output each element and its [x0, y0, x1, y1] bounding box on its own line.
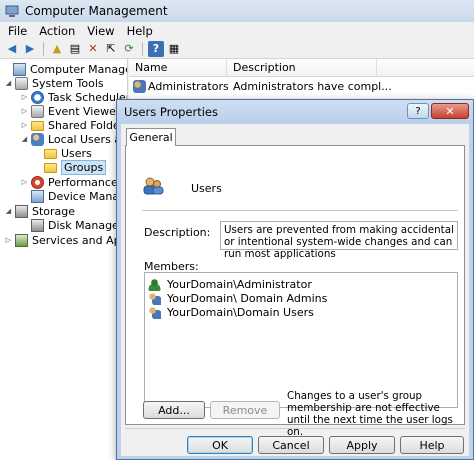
delete-icon[interactable]: ✕	[85, 41, 101, 57]
list-item-description: Administrators have compl...	[233, 80, 392, 93]
storage-icon	[15, 204, 28, 218]
group-icon	[133, 80, 146, 93]
column-header-name[interactable]: Name	[129, 59, 227, 77]
list-item[interactable]: Administrators Administrators have compl…	[129, 78, 474, 95]
toolbar-separator	[142, 41, 143, 56]
tools-icon	[15, 76, 28, 90]
domain-user-icon	[148, 277, 161, 291]
properties-icon[interactable]: ▤	[67, 41, 83, 57]
collapse-arrow-icon[interactable]: ◢	[20, 135, 29, 143]
tree-item-label: Event Viewer	[48, 104, 121, 118]
button-row-separator	[125, 428, 465, 429]
member-item[interactable]: YourDomain\ Domain Admins	[148, 291, 327, 305]
member-name: YourDomain\Domain Users	[167, 305, 314, 319]
menubar: File Action View Help	[0, 22, 474, 39]
add-button[interactable]: Add...	[143, 401, 205, 419]
tree-item-label: Services and Applic	[32, 233, 127, 247]
performance-icon	[31, 175, 44, 189]
disk-icon	[31, 218, 44, 232]
forward-icon[interactable]: ▶	[22, 41, 38, 57]
refresh-icon[interactable]: ⟳	[121, 41, 137, 57]
members-list[interactable]: YourDomain\Administrator YourDomain\ Dom…	[144, 272, 458, 408]
help-icon[interactable]: ?	[148, 40, 164, 57]
remove-button[interactable]: Remove	[210, 401, 280, 419]
folder-icon	[31, 121, 44, 131]
group-name: Users	[191, 182, 222, 195]
expand-arrow-icon[interactable]: ▷	[20, 121, 29, 129]
member-item[interactable]: YourDomain\Administrator	[148, 277, 312, 291]
tree-item-groups[interactable]: Groups	[33, 159, 107, 175]
toolbar-separator	[43, 41, 44, 56]
member-name: YourDomain\ Domain Admins	[167, 291, 328, 305]
dialog-body: General Users Description: Users are pre…	[121, 124, 469, 456]
users-properties-dialog: Users Properties ? ✕ General Users Descr…	[116, 99, 474, 460]
tree-item-label: Users	[61, 146, 92, 160]
expand-arrow-icon[interactable]: ▷	[20, 93, 29, 101]
computer-icon	[13, 62, 26, 76]
services-icon	[15, 233, 28, 247]
console-tree: Computer Management ◢ System Tools ▷ Tas…	[0, 59, 128, 460]
tree-item-services-and-applications[interactable]: ▷ Services and Applic	[4, 232, 127, 248]
cancel-button[interactable]: Cancel	[258, 436, 324, 454]
view-icon[interactable]: ▦	[166, 41, 182, 57]
domain-group-icon	[148, 305, 161, 319]
folder-icon	[44, 163, 57, 173]
tree-item-disk-management[interactable]: Disk Managemen	[20, 217, 127, 233]
event-icon	[31, 104, 44, 118]
tree-item-device-manager[interactable]: Device Managem	[20, 188, 127, 204]
up-folder-icon[interactable]: ▲	[49, 41, 65, 57]
tree-item-label: Groups	[61, 159, 107, 175]
general-tab-panel: Users Description: Users are prevented f…	[125, 145, 465, 425]
collapse-arrow-icon[interactable]: ◢	[4, 207, 13, 215]
device-icon	[31, 189, 44, 203]
expand-arrow-icon[interactable]: ▷	[20, 107, 29, 115]
expand-arrow-icon[interactable]: ▷	[20, 178, 29, 186]
menu-help[interactable]: Help	[121, 24, 159, 38]
apply-button[interactable]: Apply	[329, 436, 395, 454]
dialog-help-icon[interactable]: ?	[407, 103, 429, 119]
tree-item-label: System Tools	[32, 76, 104, 90]
domain-group-icon	[148, 291, 161, 305]
clock-icon	[31, 90, 44, 104]
tree-item-label: Storage	[32, 204, 76, 218]
dialog-title: Users Properties	[124, 105, 218, 119]
tab-general[interactable]: General	[126, 128, 176, 146]
folder-icon	[44, 149, 57, 159]
help-button[interactable]: Help	[400, 436, 464, 454]
tree-item-label: Computer Management	[30, 62, 127, 76]
group-icon	[143, 177, 164, 195]
main-titlebar[interactable]: Computer Management	[0, 0, 474, 22]
description-label: Description:	[144, 226, 211, 239]
collapse-arrow-icon[interactable]: ◢	[4, 79, 13, 87]
users-icon	[31, 132, 44, 146]
computer-management-icon	[5, 5, 19, 17]
list-item-name: Administrators	[148, 80, 228, 93]
member-name: YourDomain\Administrator	[167, 277, 312, 291]
menu-view[interactable]: View	[81, 24, 120, 38]
dialog-close-icon[interactable]: ✕	[431, 103, 469, 119]
list-header: Name Description	[129, 59, 474, 77]
member-item[interactable]: YourDomain\Domain Users	[148, 305, 314, 319]
menu-file[interactable]: File	[2, 24, 33, 38]
membership-note: Changes to a user's group membership are…	[287, 390, 453, 438]
tree-item-label: Performance	[48, 175, 118, 189]
column-header-description[interactable]: Description	[227, 59, 377, 77]
back-icon[interactable]: ◀	[4, 41, 20, 57]
export-icon[interactable]: ⇱	[103, 41, 119, 57]
menu-action[interactable]: Action	[33, 24, 81, 38]
toolbar: ◀ ▶ ▲ ▤ ✕ ⇱ ⟳ ? ▦	[0, 39, 474, 59]
ok-button[interactable]: OK	[187, 436, 253, 454]
window-title: Computer Management	[25, 4, 168, 18]
expand-arrow-icon[interactable]: ▷	[4, 236, 13, 244]
divider	[142, 210, 458, 211]
description-field[interactable]: Users are prevented from making accident…	[220, 221, 458, 260]
